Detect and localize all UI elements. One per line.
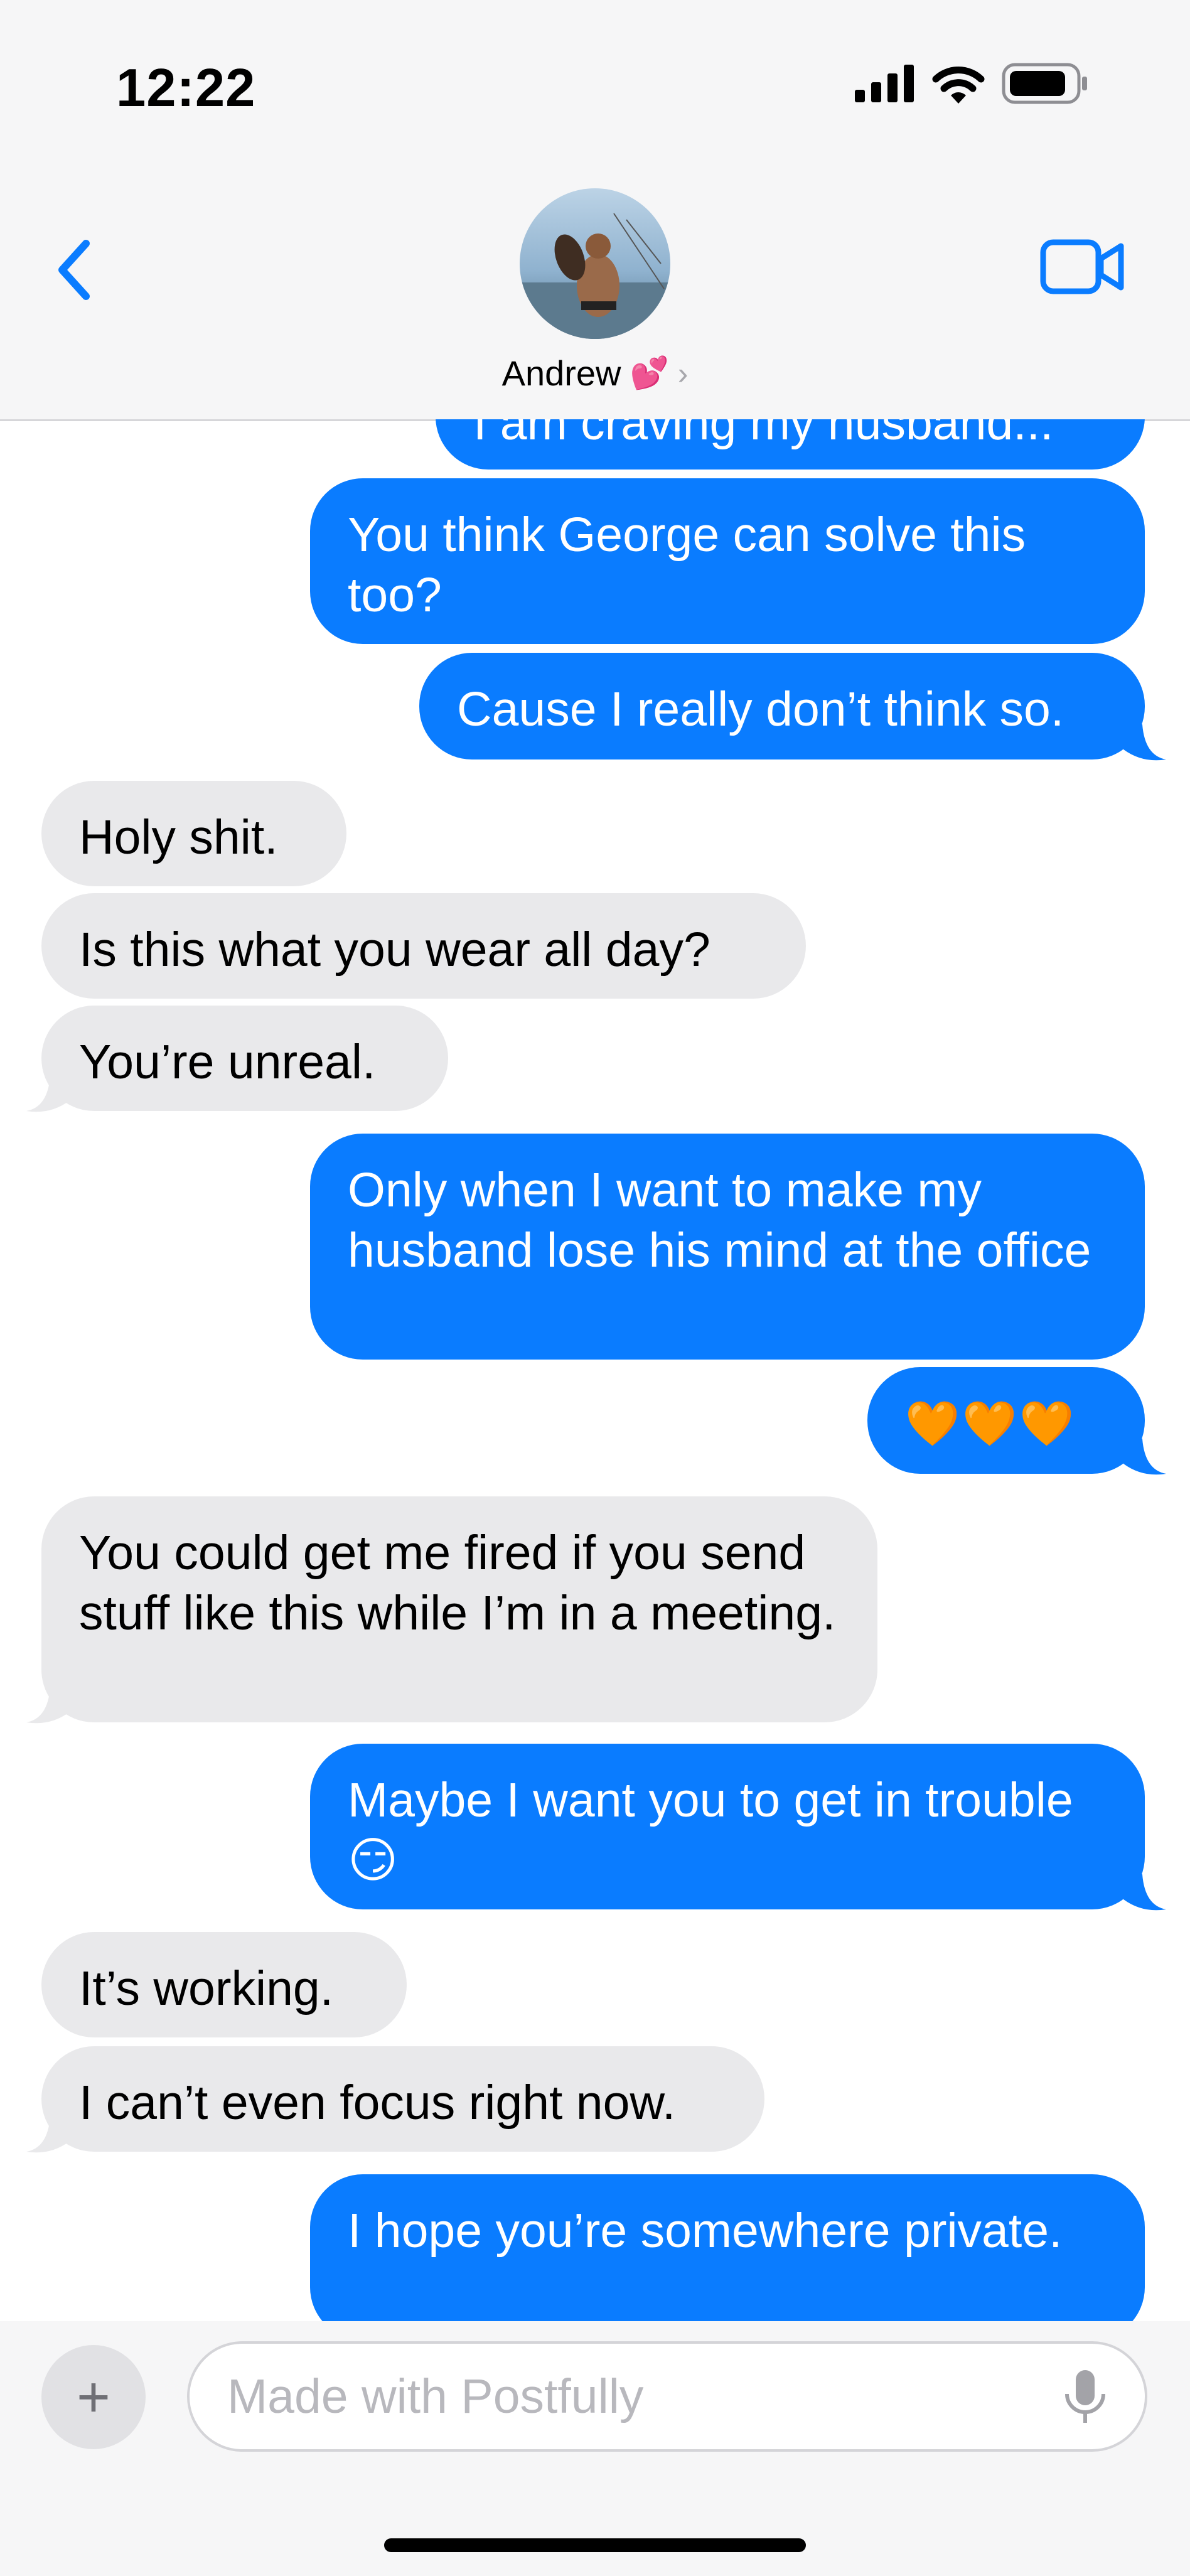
status-time: 12:22: [116, 58, 256, 118]
back-chevron-icon: [58, 240, 90, 300]
message-thread[interactable]: I am craving my husband... You think Geo…: [0, 419, 1190, 2321]
contact-name: Andrew: [501, 353, 621, 393]
bubble-tail: [1123, 724, 1166, 761]
video-call-icon: [1040, 239, 1124, 294]
message-bubble-outgoing[interactable]: Only when I want to make my husband lose…: [310, 1134, 1145, 1360]
avatar-photo: [520, 188, 670, 339]
message-bubble-incoming[interactable]: It’s working.: [41, 1932, 407, 2037]
composer-bar: + Made with Postfully: [0, 2321, 1190, 2576]
bubble-tail: [1123, 1439, 1166, 1475]
message-bubble-outgoing[interactable]: Cause I really don’t think so.: [419, 653, 1145, 759]
mic-icon[interactable]: [1063, 2369, 1107, 2425]
bubble-tail: [26, 1076, 69, 1112]
facetime-video-button[interactable]: [1039, 229, 1127, 304]
message-bubble-incoming[interactable]: I can’t even focus right now.: [41, 2046, 764, 2152]
contact-name-row[interactable]: Andrew 💕 ›: [0, 353, 1190, 394]
message-bubble-incoming[interactable]: Holy shit.: [41, 781, 346, 886]
message-input[interactable]: Made with Postfully: [187, 2341, 1147, 2452]
back-button[interactable]: [45, 232, 102, 308]
message-bubble-incoming[interactable]: You’re unreal.: [41, 1006, 448, 1111]
message-input-placeholder: Made with Postfully: [227, 2369, 644, 2423]
contact-chevron-icon: ›: [677, 355, 689, 391]
message-bubble-outgoing[interactable]: I am craving my husband...: [436, 419, 1145, 470]
status-bar: 12:22: [0, 0, 1190, 157]
heart-emoji: 💕: [630, 355, 669, 390]
message-bubble-incoming[interactable]: Is this what you wear all day?: [41, 893, 806, 999]
bubble-tail: [26, 1687, 69, 1724]
message-bubble-outgoing[interactable]: 🧡🧡🧡: [867, 1367, 1145, 1474]
bubble-tail: [26, 2117, 69, 2153]
add-attachment-button[interactable]: +: [41, 2345, 146, 2449]
home-indicator[interactable]: [384, 2538, 806, 2552]
plus-icon: +: [77, 2365, 110, 2429]
conversation-header: Andrew 💕 ›: [0, 157, 1190, 421]
message-bubble-outgoing[interactable]: Maybe I want you to get in trouble 😏: [310, 1744, 1145, 1909]
message-bubble-incoming[interactable]: You could get me fired if you send stuff…: [41, 1496, 877, 1722]
battery-icon: [1002, 63, 1087, 104]
message-bubble-outgoing[interactable]: I hope you’re somewhere private.: [310, 2174, 1145, 2321]
signal-icon: [855, 65, 914, 102]
status-icons: [855, 63, 1090, 104]
wifi-icon: [932, 67, 985, 104]
message-bubble-outgoing[interactable]: You think George can solve this too?: [310, 478, 1145, 644]
contact-avatar[interactable]: [520, 188, 670, 339]
bubble-tail: [1123, 1874, 1166, 1911]
